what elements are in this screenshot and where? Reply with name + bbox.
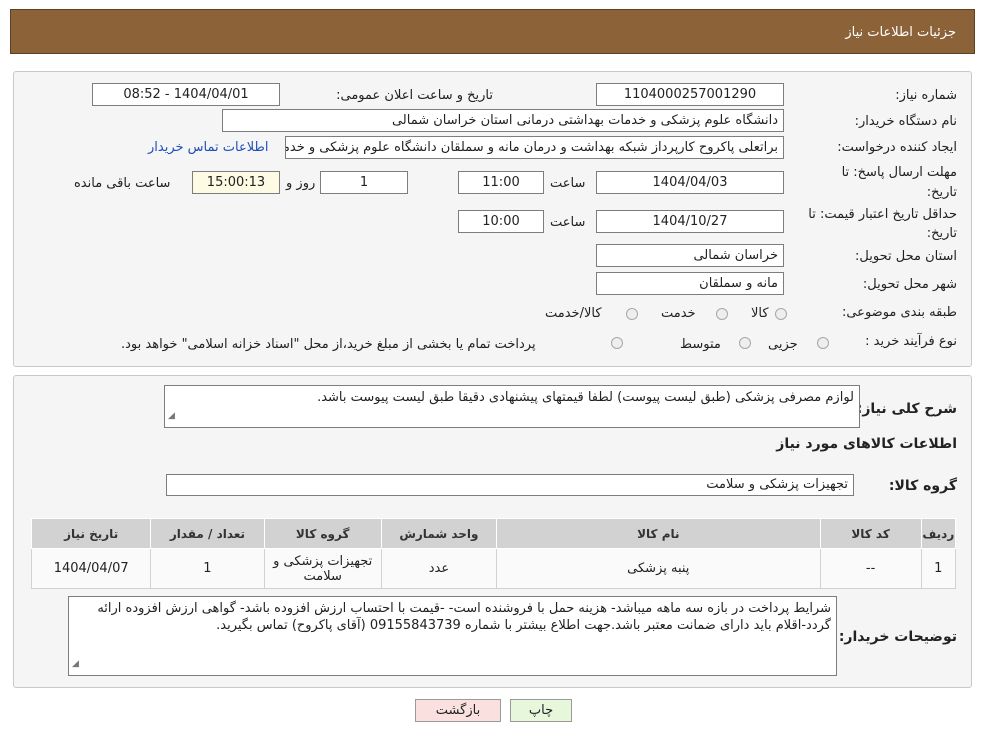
remaining-time-label: ساعت باقی مانده — [74, 176, 171, 191]
purchase-medium-label: متوسط — [680, 337, 721, 352]
announce-datetime-label: تاریخ و ساعت اعلان عمومی: — [336, 88, 493, 103]
need-details-panel: شرح کلی نیاز: لوازم مصرفی پزشکی (طبق لیس… — [13, 375, 972, 688]
deadline-time-label: ساعت — [550, 176, 586, 191]
goods-info-title: اطلاعات کالاهای مورد نیاز — [776, 436, 957, 452]
col-goods-code: کد کالا — [819, 518, 922, 549]
need-info-panel: شماره نیاز: 1104000257001290 تاریخ و ساع… — [13, 71, 972, 367]
summary-text: لوازم مصرفی پزشکی (طبق لیست پیوست) لطفا … — [317, 390, 854, 405]
buyer-contact-link[interactable]: اطلاعات تماس خریدار — [148, 140, 268, 155]
price-validity-label-line2: تاریخ: — [926, 226, 957, 241]
resize-grip-icon: ◢ — [72, 659, 79, 669]
province-field: خراسان شمالی — [596, 244, 784, 267]
buyer-notes-text: شرایط پرداخت در بازه سه ماهه میباشد- هزی… — [97, 601, 831, 633]
treasury-payment-radio[interactable] — [611, 337, 623, 349]
cell-goods-name: پنبه پزشکی — [496, 548, 821, 589]
purchase-minor-label: جزیی — [768, 337, 798, 352]
cell-row-number: 1 — [920, 548, 957, 589]
need-number-label: شماره نیاز: — [895, 88, 957, 103]
deadline-label-line1: مهلت ارسال پاسخ: تا — [841, 165, 957, 180]
category-goods-service-label: کالا/خدمت — [545, 306, 602, 321]
cell-unit: عدد — [380, 548, 498, 589]
goods-table-header: ردیف کد کالا نام کالا واحد شمارش گروه کا… — [30, 518, 957, 549]
col-quantity: تعداد / مقدار — [150, 518, 265, 549]
purchase-medium-radio[interactable] — [739, 337, 751, 349]
category-label: طبقه بندی موضوعی: — [841, 305, 957, 320]
price-validity-date-field: 1404/10/27 — [596, 210, 784, 233]
category-goods-service-radio[interactable] — [626, 308, 638, 320]
col-goods-group: گروه کالا — [263, 518, 382, 549]
page-title: جزئیات اطلاعات نیاز — [845, 25, 956, 40]
cell-need-date: 1404/04/07 — [30, 548, 152, 589]
goods-group-label: گروه کالا: — [888, 478, 957, 494]
goods-table: ردیف کد کالا نام کالا واحد شمارش گروه کا… — [30, 518, 957, 589]
cell-goods-group: تجهیزات پزشکی و سلامت — [263, 548, 382, 589]
purchase-minor-radio[interactable] — [817, 337, 829, 349]
buyer-notes-label: توضیحات خریدار: — [838, 629, 957, 645]
category-service-label: خدمت — [661, 306, 696, 321]
remaining-time-field: 15:00:13 — [192, 171, 280, 194]
resize-grip-icon: ◢ — [168, 411, 175, 421]
col-unit: واحد شمارش — [380, 518, 498, 549]
category-goods-radio[interactable] — [775, 308, 787, 320]
goods-group-field: تجهیزات پزشکی و سلامت — [166, 474, 854, 496]
remaining-days-label: روز و — [286, 176, 316, 191]
city-field: مانه و سملقان — [596, 272, 784, 295]
deadline-time-field: 11:00 — [458, 171, 544, 194]
deadline-label-line2: تاریخ: — [926, 185, 957, 200]
col-need-date: تاریخ نیاز — [30, 518, 152, 549]
category-goods-label: کالا — [751, 306, 769, 321]
category-service-radio[interactable] — [716, 308, 728, 320]
purchase-type-label: نوع فرآیند خرید : — [865, 334, 957, 349]
cell-goods-code: -- — [819, 548, 922, 589]
price-validity-time-field: 10:00 — [458, 210, 544, 233]
buyer-notes-textarea: شرایط پرداخت در بازه سه ماهه میباشد- هزی… — [68, 596, 837, 676]
price-validity-time-label: ساعت — [550, 215, 586, 230]
need-number-field: 1104000257001290 — [596, 83, 784, 106]
requester-label: ایجاد کننده درخواست: — [837, 140, 957, 155]
print-button[interactable]: چاپ — [510, 699, 572, 722]
cell-quantity: 1 — [150, 548, 265, 589]
treasury-payment-note: پرداخت تمام یا بخشی از مبلغ خرید،از محل … — [121, 337, 536, 352]
col-goods-name: نام کالا — [496, 518, 821, 549]
province-label: استان محل تحویل: — [855, 249, 957, 264]
summary-label: شرح کلی نیاز: — [856, 401, 957, 417]
remaining-days-field: 1 — [320, 171, 408, 194]
buyer-org-label: نام دستگاه خریدار: — [854, 114, 957, 129]
city-label: شهر محل تحویل: — [862, 277, 957, 292]
summary-textarea: لوازم مصرفی پزشکی (طبق لیست پیوست) لطفا … — [164, 385, 860, 428]
back-button[interactable]: بازگشت — [415, 699, 501, 722]
announce-datetime-field: 1404/04/01 - 08:52 — [92, 83, 280, 106]
deadline-date-field: 1404/04/03 — [596, 171, 784, 194]
price-validity-label-line1: حداقل تاریخ اعتبار قیمت: تا — [808, 207, 957, 222]
buyer-org-field: دانشگاه علوم پزشکی و خدمات بهداشتی درمان… — [222, 109, 784, 132]
table-row: 1 -- پنبه پزشکی عدد تجهیزات پزشکی و سلام… — [30, 548, 957, 589]
col-row-number: ردیف — [920, 518, 957, 549]
requester-field: براتعلی پاکروح کارپرداز شبکه بهداشت و در… — [285, 136, 784, 159]
page-header: جزئیات اطلاعات نیاز — [10, 9, 975, 54]
